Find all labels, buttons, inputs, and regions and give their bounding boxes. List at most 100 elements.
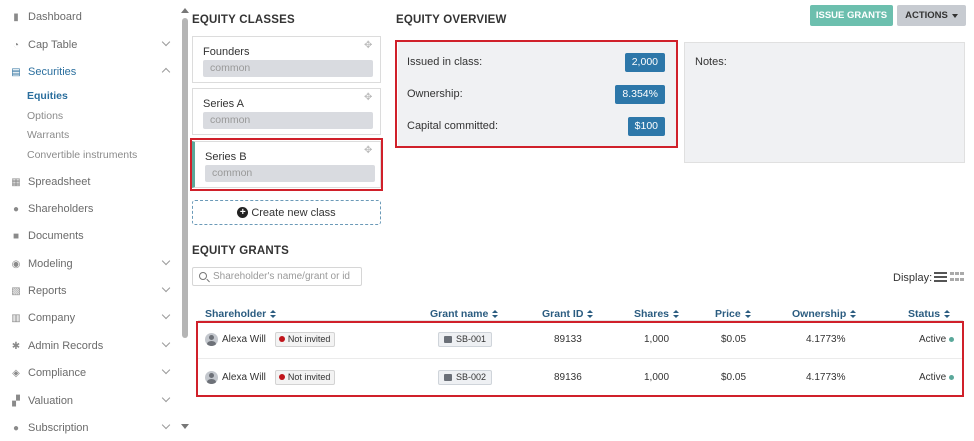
sidebar-item-spreadsheet[interactable]: ▦ Spreadsheet	[10, 172, 175, 192]
status-text: Active	[919, 333, 947, 345]
sidebar-item-label: Reports	[28, 285, 67, 297]
invite-status-badge: Not invited	[274, 331, 336, 347]
price-cell: $0.05	[721, 333, 747, 345]
grant-badge[interactable]: SB-001	[438, 331, 493, 347]
sidebar-item-documents[interactable]: ■ Documents	[10, 226, 175, 246]
sidebar-sub-options[interactable]: Options	[27, 108, 63, 124]
sidebar-item-subscription[interactable]: ● Subscription	[10, 418, 175, 438]
move-icon[interactable]: ✥	[364, 41, 374, 51]
invite-status-text: Not invited	[287, 333, 331, 344]
document-icon	[444, 335, 452, 343]
table-row[interactable]: Alexa Will Not invited SB-002 89136 1,00…	[198, 358, 963, 396]
building-icon: ▥	[11, 312, 21, 324]
sidebar-sub-equities[interactable]: Equities	[27, 88, 68, 104]
pie-chart-icon: ◔	[12, 39, 20, 51]
scrollbar-thumb[interactable]	[182, 18, 188, 338]
table-row[interactable]: Alexa Will Not invited SB-001 89133 1,00…	[198, 320, 963, 358]
col-ownership[interactable]: Ownership	[792, 308, 857, 320]
grant-name-cell: SB-001	[438, 320, 493, 358]
sidebar-item-modeling[interactable]: ◉ Modeling	[10, 254, 175, 274]
col-label: Price	[715, 308, 741, 320]
valuation-icon: ▞	[12, 395, 20, 407]
sort-icon	[587, 309, 594, 319]
status-cell: Active	[919, 358, 955, 396]
price-cell: $0.05	[721, 371, 747, 383]
chevron-down-icon	[161, 393, 171, 403]
sidebar-sub-convertible[interactable]: Convertible instruments	[27, 147, 137, 163]
shares-cell: 1,000	[644, 371, 670, 383]
sidebar-sub-warrants[interactable]: Warrants	[27, 127, 69, 143]
sidebar-item-label: Documents	[28, 230, 84, 242]
notes-label: Notes:	[695, 56, 727, 68]
col-grant-id[interactable]: Grant ID	[542, 308, 594, 320]
class-card-series-b[interactable]: Series B ✥ common	[192, 141, 381, 188]
grant-id-cell: 89133	[554, 333, 582, 345]
issued-value: 2,000	[624, 53, 665, 72]
col-price[interactable]: Price	[715, 308, 751, 320]
sidebar-item-valuation[interactable]: ▞ Valuation	[10, 391, 175, 411]
capital-label: Capital committed:	[407, 120, 499, 132]
col-label: Ownership	[792, 308, 847, 320]
issue-grants-button[interactable]: ISSUE GRANTS	[810, 5, 893, 26]
col-label: Grant ID	[542, 308, 584, 320]
move-icon[interactable]: ✥	[364, 146, 374, 156]
active-dot-icon	[949, 336, 955, 342]
info-icon: ●	[12, 422, 20, 434]
col-label: Shares	[634, 308, 670, 320]
sort-icon	[492, 309, 499, 319]
spreadsheet-icon: ▦	[11, 176, 21, 188]
sidebar-item-cap-table[interactable]: ◔ Cap Table	[10, 35, 175, 55]
class-card-founders[interactable]: Founders ✥ common	[192, 36, 381, 83]
col-status[interactable]: Status	[908, 308, 951, 320]
col-shares[interactable]: Shares	[634, 308, 680, 320]
shareholder-name: Alexa Will	[222, 371, 266, 383]
sidebar-item-label: Cap Table	[28, 39, 78, 51]
sidebar-item-label: Admin Records	[28, 340, 104, 352]
chevron-down-icon	[161, 37, 171, 47]
class-type: common	[205, 165, 375, 182]
col-grant-name[interactable]: Grant name	[430, 308, 499, 320]
chevron-down-icon	[161, 420, 171, 430]
sidebar-item-label: Spreadsheet	[28, 176, 91, 188]
search-box[interactable]	[192, 267, 362, 286]
folder-icon: ■	[12, 230, 20, 242]
ownership-cell: 4.1773%	[806, 371, 846, 383]
sidebar-item-securities[interactable]: ▤ Securities	[10, 62, 175, 82]
sidebar-item-label: Securities	[28, 66, 77, 78]
scroll-up-arrow[interactable]	[181, 8, 189, 13]
sidebar: ▮ Dashboard ◔ Cap Table ▤ Securities Equ…	[0, 0, 180, 441]
sidebar-item-reports[interactable]: ▧ Reports	[10, 281, 175, 301]
avatar	[205, 370, 218, 384]
scroll-down-arrow[interactable]	[181, 424, 189, 429]
sort-icon	[850, 309, 857, 319]
search-input[interactable]	[213, 269, 358, 284]
equity-overview-heading: EQUITY OVERVIEW	[396, 14, 507, 26]
actions-dropdown-button[interactable]: ACTIONS	[897, 5, 966, 26]
sidebar-item-shareholders[interactable]: ● Shareholders	[10, 199, 175, 219]
list-view-icon[interactable]	[934, 272, 947, 283]
class-name: Series A	[203, 98, 244, 110]
grant-badge[interactable]: SB-002	[438, 369, 493, 385]
sidebar-item-compliance[interactable]: ◈ Compliance	[10, 363, 175, 383]
equity-grants-heading: EQUITY GRANTS	[192, 245, 289, 257]
move-icon[interactable]: ✥	[364, 93, 374, 103]
document-icon	[444, 373, 452, 381]
notes-box[interactable]: Notes:	[684, 42, 965, 163]
sidebar-item-company[interactable]: ▥ Company	[10, 308, 175, 328]
class-name: Series B	[205, 151, 247, 163]
actions-label: ACTIONS	[905, 10, 948, 21]
grid-view-icon[interactable]	[950, 272, 964, 283]
sidebar-item-dashboard[interactable]: ▮ Dashboard	[10, 7, 175, 27]
class-card-series-a[interactable]: Series A ✥ common	[192, 88, 381, 135]
create-new-class-button[interactable]: + Create new class	[192, 200, 381, 225]
clipboard-icon: ▤	[11, 66, 21, 78]
status-text: Active	[919, 371, 947, 383]
col-shareholder[interactable]: Shareholder	[205, 308, 277, 320]
capital-value: $100	[627, 117, 665, 136]
class-name: Founders	[203, 46, 250, 58]
sidebar-item-label: Company	[28, 312, 76, 324]
sidebar-item-admin-records[interactable]: ✱ Admin Records	[10, 336, 175, 356]
sort-icon	[673, 309, 680, 319]
grant-name-text: SB-001	[456, 334, 487, 344]
avatar	[205, 332, 218, 346]
